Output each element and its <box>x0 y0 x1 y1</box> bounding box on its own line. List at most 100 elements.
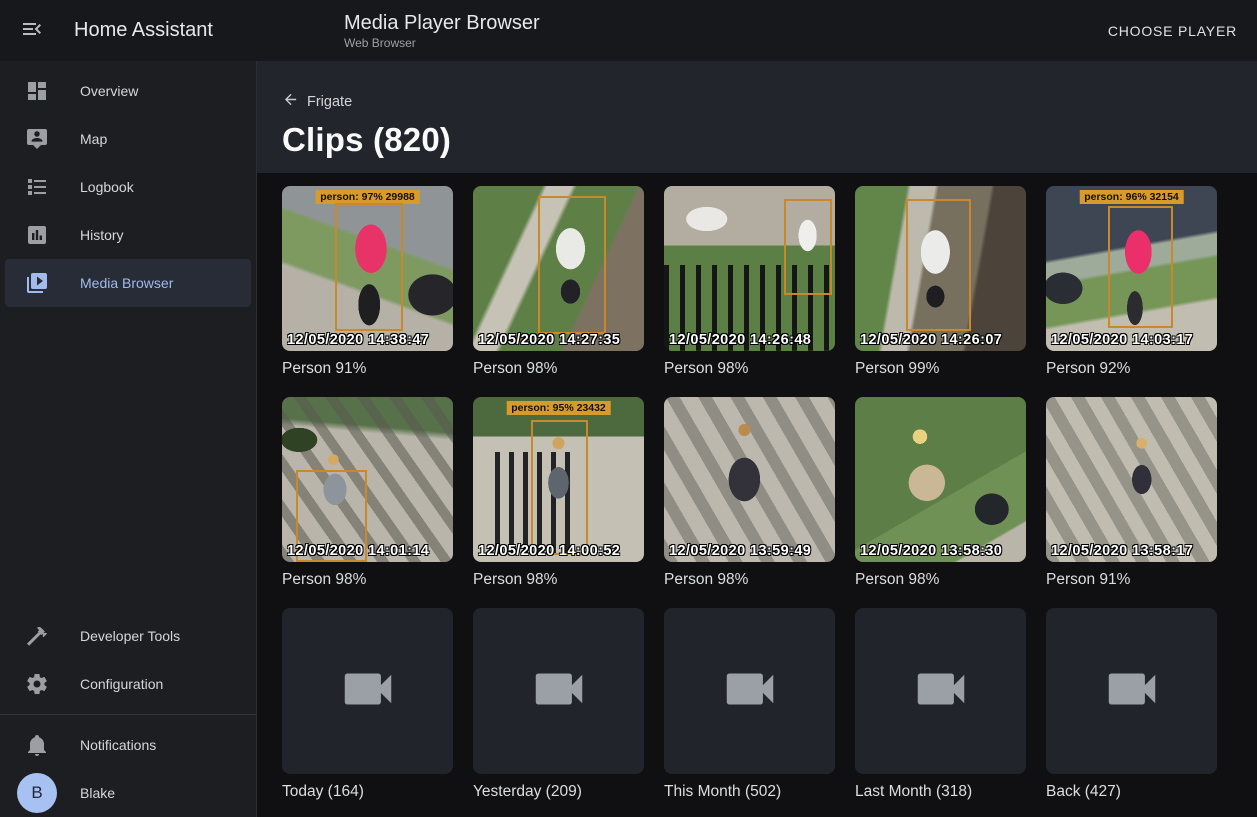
detection-label: person: 96% 32154 <box>1079 190 1184 204</box>
view-dashboard-icon <box>25 79 49 103</box>
clip-card[interactable]: person: 97% 29988 12/05/2020 14:38:47 Pe… <box>282 186 453 378</box>
clip-card[interactable]: person: 96% 32154 12/05/2020 14:03:17 Pe… <box>1046 186 1217 378</box>
panel-title: Media Player Browser <box>344 11 1100 35</box>
folder-card-last-month[interactable]: Last Month (318) <box>855 608 1026 801</box>
avatar: B <box>17 773 57 813</box>
clip-card[interactable]: 12/05/2020 13:58:17 Person 91% <box>1046 397 1217 589</box>
bell-icon <box>25 733 49 757</box>
folder-card-back[interactable]: Back (427) <box>1046 608 1217 801</box>
folder-label: Yesterday (209) <box>473 783 644 801</box>
sidebar-item-user-profile[interactable]: B Blake <box>5 769 251 817</box>
media-grid-scroll-area[interactable]: person: 97% 29988 12/05/2020 14:38:47 Pe… <box>257 173 1257 817</box>
sidebar-item-label: Logbook <box>80 179 134 195</box>
home-assistant-app: Home Assistant Media Player Browser Web … <box>0 0 1257 817</box>
clip-thumbnail: person: 97% 29988 12/05/2020 14:38:47 <box>282 186 453 351</box>
clip-card[interactable]: 12/05/2020 14:27:35 Person 98% <box>473 186 644 378</box>
clip-timestamp-overlay: 12/05/2020 14:03:17 <box>1051 332 1193 348</box>
folder-thumbnail <box>664 608 835 774</box>
logbook-list-icon <box>25 175 49 199</box>
clip-timestamp-overlay: 12/05/2020 14:27:35 <box>478 332 620 348</box>
folder-card-this-month[interactable]: This Month (502) <box>664 608 835 801</box>
clip-card[interactable]: 12/05/2020 13:58:30 Person 98% <box>855 397 1026 589</box>
detection-bounding-box <box>906 199 971 331</box>
detection-bounding-box <box>784 199 832 295</box>
arrow-left-icon <box>282 91 299 113</box>
clip-card[interactable]: 12/05/2020 14:01:14 Person 98% <box>282 397 453 589</box>
breadcrumb-label: Frigate <box>307 94 352 110</box>
clip-timestamp-overlay: 12/05/2020 14:38:47 <box>287 332 429 348</box>
sidebar-item-media-browser[interactable]: Media Browser <box>5 259 251 307</box>
folder-thumbnail <box>855 608 1026 774</box>
gear-icon <box>25 672 49 696</box>
clip-label: Person 98% <box>855 571 1026 589</box>
clip-label: Person 92% <box>1046 360 1217 378</box>
sidebar-toggle-button[interactable] <box>8 7 56 55</box>
sidebar-item-developer-tools[interactable]: Developer Tools <box>5 612 251 660</box>
clip-thumbnail: 12/05/2020 14:01:14 <box>282 397 453 562</box>
menu-open-icon <box>20 17 44 44</box>
clip-card[interactable]: 12/05/2020 14:26:48 Person 98% <box>664 186 835 378</box>
clip-label: Person 91% <box>282 360 453 378</box>
clip-label: Person 98% <box>282 571 453 589</box>
folder-card-today[interactable]: Today (164) <box>282 608 453 801</box>
clip-timestamp-overlay: 12/05/2020 13:59:49 <box>669 543 811 559</box>
clip-timestamp-overlay: 12/05/2020 14:26:07 <box>860 332 1002 348</box>
clip-timestamp-overlay: 12/05/2020 14:00:52 <box>478 543 620 559</box>
sidebar-item-label: Media Browser <box>80 275 173 291</box>
clip-label: Person 98% <box>473 360 644 378</box>
hammer-icon <box>25 624 49 648</box>
content-header: Frigate Clips (820) <box>257 61 1257 173</box>
clip-card[interactable]: person: 95% 23432 12/05/2020 14:00:52 Pe… <box>473 397 644 589</box>
sidebar-item-label: History <box>80 227 124 243</box>
play-box-multiple-icon <box>25 271 49 295</box>
clip-thumbnail: person: 95% 23432 12/05/2020 14:00:52 <box>473 397 644 562</box>
folder-label: Today (164) <box>282 783 453 801</box>
sidebar-item-label: Overview <box>80 83 138 99</box>
clip-label: Person 98% <box>664 360 835 378</box>
clip-thumbnail: 12/05/2020 13:58:30 <box>855 397 1026 562</box>
folder-card-yesterday[interactable]: Yesterday (209) <box>473 608 644 801</box>
video-camera-icon <box>719 658 781 725</box>
folder-label: Back (427) <box>1046 783 1217 801</box>
clip-timestamp-overlay: 12/05/2020 14:01:14 <box>287 543 429 559</box>
clip-thumbnail: 12/05/2020 14:27:35 <box>473 186 644 351</box>
clip-card[interactable]: 12/05/2020 13:59:49 Person 98% <box>664 397 835 589</box>
top-app-bar: Home Assistant Media Player Browser Web … <box>0 0 1257 61</box>
panel-header: Media Player Browser Web Browser <box>257 11 1100 50</box>
sidebar: Overview Map Logbook History <box>0 61 257 817</box>
clip-label: Person 98% <box>664 571 835 589</box>
sidebar-item-label: Developer Tools <box>80 628 180 644</box>
sidebar-item-label: Map <box>80 131 107 147</box>
sidebar-spacer <box>0 307 256 612</box>
sidebar-item-history[interactable]: History <box>5 211 251 259</box>
clip-thumbnail: 12/05/2020 13:59:49 <box>664 397 835 562</box>
video-camera-icon <box>910 658 972 725</box>
choose-player-button[interactable]: CHOOSE PLAYER <box>1100 15 1257 47</box>
clip-label: Person 91% <box>1046 571 1217 589</box>
sidebar-item-map[interactable]: Map <box>5 115 251 163</box>
detection-bounding-box <box>335 203 403 332</box>
folder-label: This Month (502) <box>664 783 835 801</box>
media-grid: person: 97% 29988 12/05/2020 14:38:47 Pe… <box>282 186 1232 817</box>
folder-thumbnail <box>1046 608 1217 774</box>
clip-timestamp-overlay: 12/05/2020 13:58:17 <box>1051 543 1193 559</box>
clip-timestamp-overlay: 12/05/2020 14:26:48 <box>669 332 811 348</box>
media-browser-panel: Frigate Clips (820) person: 97% 29988 12… <box>257 61 1257 817</box>
breadcrumb[interactable]: Frigate <box>282 91 352 113</box>
history-chart-icon <box>25 223 49 247</box>
detection-bounding-box <box>1108 206 1173 328</box>
topbar-left: Home Assistant <box>0 7 257 55</box>
detection-label: person: 95% 23432 <box>506 401 611 415</box>
clip-thumbnail: 12/05/2020 14:26:48 <box>664 186 835 351</box>
clip-thumbnail: person: 96% 32154 12/05/2020 14:03:17 <box>1046 186 1217 351</box>
panel-subtitle: Web Browser <box>344 36 1100 50</box>
sidebar-item-configuration[interactable]: Configuration <box>5 660 251 708</box>
sidebar-item-notifications[interactable]: Notifications <box>5 721 251 769</box>
video-camera-icon <box>1101 658 1163 725</box>
page-title: Clips (820) <box>282 121 1257 159</box>
sidebar-item-logbook[interactable]: Logbook <box>5 163 251 211</box>
folder-thumbnail <box>282 608 453 774</box>
sidebar-item-overview[interactable]: Overview <box>5 67 251 115</box>
folder-thumbnail <box>473 608 644 774</box>
clip-card[interactable]: 12/05/2020 14:26:07 Person 99% <box>855 186 1026 378</box>
